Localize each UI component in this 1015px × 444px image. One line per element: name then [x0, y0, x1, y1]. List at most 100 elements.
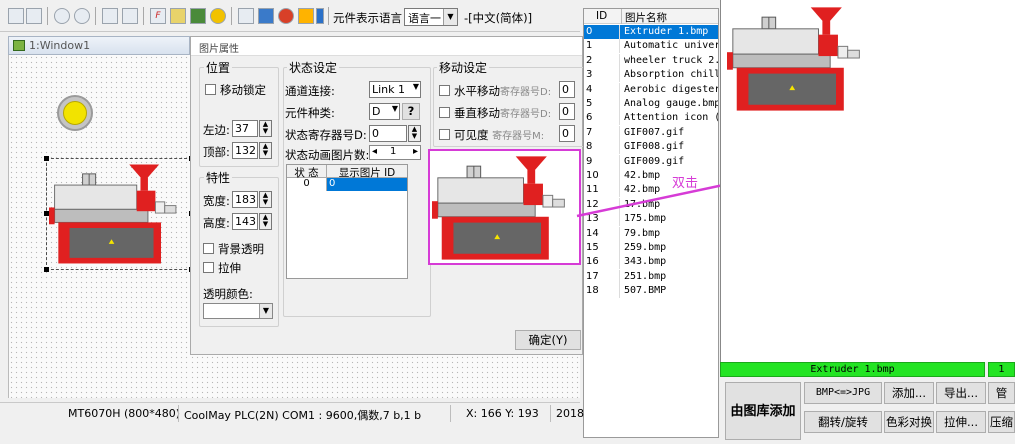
list-item[interactable]: 16 343.bmp: [584, 255, 718, 270]
list-item[interactable]: 17 251.bmp: [584, 269, 718, 284]
function-icon[interactable]: F: [150, 8, 166, 24]
table-cell[interactable]: 0: [287, 178, 327, 191]
window-tab[interactable]: 1:Window1: [8, 36, 190, 55]
list-item[interactable]: 1 Automatic universal: [584, 39, 718, 54]
state-register-input[interactable]: 0: [369, 125, 407, 142]
increment-icon[interactable]: ▸: [413, 146, 418, 157]
chevron-down-icon[interactable]: ▼: [392, 104, 398, 113]
compress-button[interactable]: 压缩: [988, 411, 1015, 433]
image-icon[interactable]: [298, 8, 314, 24]
list-item[interactable]: 3 Absorption chiller: [584, 68, 718, 83]
height-spinner[interactable]: ▲ ▼: [259, 213, 272, 230]
left-input[interactable]: 37: [232, 120, 258, 137]
height-input[interactable]: 143: [232, 213, 258, 230]
status-bar: MT6070H (800*480) CoolMay PLC(2N) COM1 :…: [0, 402, 584, 424]
status-coords: X: 166 Y: 193: [466, 407, 539, 420]
list-item[interactable]: 9 GIF009.gif: [584, 154, 718, 169]
horizontal-register-input[interactable]: 0: [559, 81, 575, 98]
top-input[interactable]: 132: [232, 142, 258, 159]
list-item[interactable]: 0 Extruder 1.bmp: [584, 25, 718, 40]
properties-title: 特性: [204, 169, 233, 186]
copy-icon[interactable]: [102, 8, 118, 24]
chevron-down-icon[interactable]: ▼: [413, 82, 419, 91]
decrement-icon[interactable]: ◂: [372, 146, 377, 157]
transparent-color-picker[interactable]: ▼: [203, 303, 273, 319]
language2-label: -[中文(简体)]: [464, 11, 533, 25]
warning-icon[interactable]: [210, 8, 226, 24]
tool-icon[interactable]: [170, 8, 186, 24]
list-item[interactable]: 2 wheeler truck 2.bmp: [584, 53, 718, 68]
channel-label: 通道连接:: [285, 84, 335, 98]
language-select[interactable]: 语言一 ▼: [404, 8, 458, 26]
screen-icon[interactable]: [238, 8, 254, 24]
color-swap-button[interactable]: 色彩对换: [884, 411, 934, 433]
height-label: 高度:: [203, 216, 230, 230]
horizontal-move-checkbox[interactable]: 水平移动寄存器号D:: [439, 83, 551, 99]
state-register-spinner[interactable]: ▲ ▼: [408, 125, 421, 142]
grid2-icon[interactable]: [190, 8, 206, 24]
selected-extruder-image[interactable]: [44, 156, 194, 272]
list-item-name: 79.bmp: [624, 227, 661, 239]
dialog-image-preview: [428, 149, 581, 265]
status-model: MT6070H (800*480): [68, 407, 181, 420]
paste-icon[interactable]: [122, 8, 138, 24]
chevron-down-icon[interactable]: ▼: [259, 304, 272, 318]
anim-count-label: 状态动画图片数:: [285, 148, 370, 162]
lock-move-checkbox[interactable]: 移动锁定: [205, 82, 266, 98]
list-item[interactable]: 4 Aerobic digester: [584, 82, 718, 97]
bg-transparent-checkbox[interactable]: 背景透明: [203, 241, 264, 257]
arrow-icon[interactable]: [316, 8, 324, 24]
status-plc: CoolMay PLC(2N) COM1 : 9600,偶数,7 b,1 b: [184, 409, 422, 422]
filename-extra: 1: [988, 362, 1015, 377]
table-icon[interactable]: [258, 8, 274, 24]
chevron-down-icon[interactable]: ▼: [443, 9, 457, 25]
bmp-jpg-button[interactable]: BMP<=>JPG ...: [804, 382, 882, 418]
lamp-bezel[interactable]: [57, 95, 93, 131]
list-item[interactable]: 18 507.BMP: [584, 284, 718, 299]
add-button[interactable]: 添加...: [884, 382, 934, 404]
shape-icon[interactable]: [278, 8, 294, 24]
type-select[interactable]: D ▼: [369, 103, 400, 120]
type-help-button[interactable]: ?: [402, 103, 420, 120]
status-year: 2018: [556, 407, 584, 420]
list-item[interactable]: 5 Analog gauge.bmp: [584, 97, 718, 111]
list-item-name: Absorption chiller: [624, 69, 718, 81]
visibility-register-input[interactable]: 0: [559, 125, 575, 142]
channel-select[interactable]: Link 1 ▼: [369, 81, 421, 98]
width-input[interactable]: 183: [232, 191, 258, 208]
list-item[interactable]: 7 GIF007.gif: [584, 125, 718, 140]
list-item-name: 251.bmp: [624, 270, 667, 282]
stretch-checkbox[interactable]: 拉伸: [203, 260, 241, 276]
design-canvas-lower[interactable]: [190, 355, 580, 398]
stretch-button[interactable]: 拉伸...: [936, 411, 986, 433]
design-canvas[interactable]: [8, 55, 194, 398]
list-item[interactable]: 14 79.bmp: [584, 226, 718, 241]
grid-icon[interactable]: [8, 8, 24, 24]
add-from-library-button[interactable]: 由图库添加: [725, 382, 801, 440]
export-button[interactable]: 导出...: [936, 382, 986, 404]
list-item[interactable]: 6 Attention icon (e: [584, 111, 718, 126]
transparent-color-label: 透明颜色:: [203, 287, 253, 301]
manage-button[interactable]: 管: [988, 382, 1015, 404]
list-item[interactable]: 8 GIF008.gif: [584, 140, 718, 155]
image-list[interactable]: ID 图片名称 0 Extruder 1.bmp 1 Automatic univer…: [583, 8, 719, 438]
ok-button[interactable]: 确定(Y): [515, 330, 581, 350]
unlock-icon[interactable]: [74, 8, 90, 24]
snap-icon[interactable]: [26, 8, 42, 24]
table-cell[interactable]: 0: [327, 178, 407, 191]
lock-icon[interactable]: [54, 8, 70, 24]
vertical-move-checkbox[interactable]: 垂直移动寄存器号D:: [439, 105, 551, 121]
resize-handle[interactable]: [44, 211, 49, 216]
resize-handle[interactable]: [44, 156, 49, 161]
top-spinner[interactable]: ▲ ▼: [259, 142, 272, 159]
language-label: 元件表示语言: [333, 11, 402, 25]
resize-handle[interactable]: [44, 267, 49, 272]
anim-count-stepper[interactable]: ◂ 1 ▸: [369, 145, 421, 160]
width-spinner[interactable]: ▲ ▼: [259, 191, 272, 208]
state-table[interactable]: 状 态 显示图片 ID 0 0: [286, 164, 408, 279]
left-spinner[interactable]: ▲ ▼: [259, 120, 272, 137]
list-item[interactable]: 15 259.bmp: [584, 241, 718, 255]
visibility-checkbox[interactable]: 可见度 寄存器号M:: [439, 127, 544, 143]
vertical-register-input[interactable]: 0: [559, 103, 575, 120]
flip-rotate-button[interactable]: 翻转/旋转: [804, 411, 882, 433]
